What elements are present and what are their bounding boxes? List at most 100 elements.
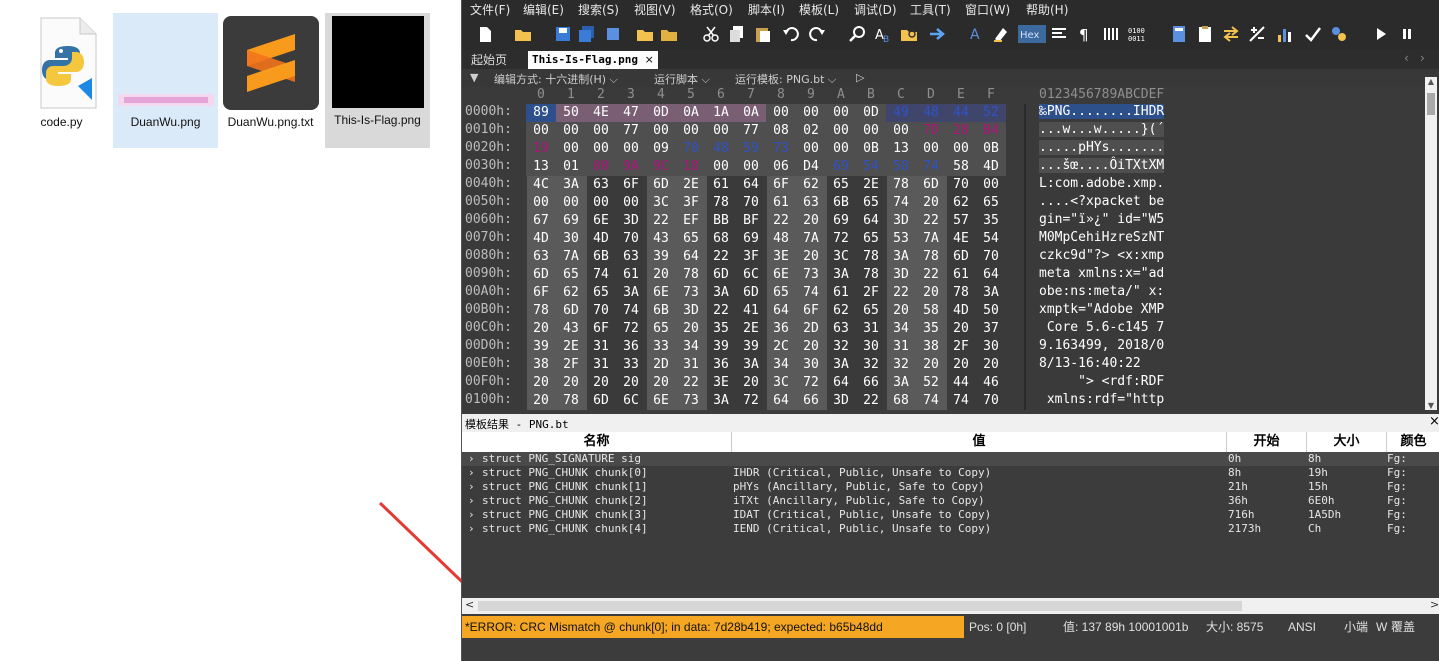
hex-byte[interactable]: 48 [916, 104, 946, 122]
hex-byte[interactable]: 28 [946, 122, 976, 140]
hex-byte[interactable]: 2F [946, 338, 976, 356]
clipboard-icon[interactable] [1196, 25, 1214, 43]
encoding-indicator[interactable]: ANSI [1288, 616, 1316, 638]
menu-item[interactable]: 模板(L) [799, 1, 839, 18]
hex-byte[interactable]: 3E [706, 374, 736, 392]
pilcrow-icon[interactable]: ¶ [1076, 25, 1094, 43]
hex-byte[interactable]: 22 [916, 266, 946, 284]
hex-byte[interactable]: 3C [766, 374, 796, 392]
save-icon[interactable] [554, 25, 572, 43]
hex-byte[interactable]: 00 [886, 122, 916, 140]
hex-byte[interactable]: 70 [676, 140, 706, 158]
hex-byte[interactable]: 31 [856, 320, 886, 338]
hex-byte[interactable]: 41 [736, 302, 766, 320]
hex-byte[interactable]: 00 [616, 194, 646, 212]
hex-byte[interactable]: 00 [796, 104, 826, 122]
column-header-size[interactable]: 大小 [1307, 432, 1387, 452]
highlight-icon[interactable] [992, 25, 1010, 43]
hex-byte[interactable]: 00 [796, 140, 826, 158]
hex-byte[interactable]: 0D [856, 104, 886, 122]
hex-byte[interactable]: 20 [796, 212, 826, 230]
tab-this-is-flag[interactable]: This-Is-Flag.png × [528, 51, 658, 69]
run-template-dropdown[interactable]: 运行模板: PNG.bt ⌵ [735, 71, 836, 87]
hex-byte[interactable]: 63 [526, 248, 556, 266]
column-header-value[interactable]: 值 [732, 432, 1227, 452]
hex-byte[interactable]: 00 [556, 122, 586, 140]
hex-byte[interactable]: 74 [796, 284, 826, 302]
hex-byte[interactable]: 43 [646, 230, 676, 248]
hex-byte[interactable]: 6D [646, 176, 676, 194]
hex-byte[interactable]: 77 [616, 122, 646, 140]
hex-byte[interactable]: 22 [676, 374, 706, 392]
hex-byte[interactable]: 64 [766, 302, 796, 320]
hex-byte[interactable]: 06 [766, 158, 796, 176]
hex-byte[interactable]: 64 [976, 266, 1006, 284]
hex-byte[interactable]: 13 [886, 140, 916, 158]
scroll-up-icon[interactable]: ▲ [1425, 77, 1437, 86]
hex-byte[interactable]: 54 [976, 230, 1006, 248]
hex-byte[interactable]: 73 [796, 266, 826, 284]
run-template-icon[interactable]: ▷ [856, 71, 864, 84]
hex-byte[interactable]: 22 [766, 212, 796, 230]
undo-icon[interactable] [782, 25, 800, 43]
hex-byte[interactable]: 3D [886, 266, 916, 284]
hex-byte[interactable]: 00 [586, 122, 616, 140]
hex-view[interactable]: 0 1 2 3 4 5 6 7 8 9 A B C D E F 0123456789ABCDEF 0000h: 89… [462, 87, 1439, 410]
hex-byte[interactable]: 78 [556, 392, 586, 410]
hex-byte[interactable]: EF [676, 212, 706, 230]
hex-byte[interactable]: 6F [796, 302, 826, 320]
hex-byte[interactable]: 20 [586, 374, 616, 392]
ascii-row[interactable]: gin="ï»¿" id="W5 [1039, 212, 1164, 227]
hex-byte[interactable]: 0B [976, 140, 1006, 158]
hex-byte[interactable]: 74 [916, 158, 946, 176]
ascii-row[interactable]: 9.163499, 2018/0 [1039, 338, 1164, 353]
ascii-row[interactable]: ‰PNG........IHDR [1039, 104, 1165, 119]
hex-byte[interactable]: 22 [886, 284, 916, 302]
hex-byte[interactable]: 20 [796, 338, 826, 356]
hex-byte[interactable]: 61 [826, 284, 856, 302]
hex-byte[interactable]: 35 [976, 212, 1006, 230]
hex-byte[interactable]: 00 [826, 140, 856, 158]
hex-byte[interactable]: 2E [556, 338, 586, 356]
find-in-files-icon[interactable] [900, 25, 918, 43]
pause-icon[interactable] [1398, 25, 1416, 43]
hex-byte[interactable]: 68 [886, 392, 916, 410]
hex-byte[interactable]: 6D [916, 176, 946, 194]
hex-byte[interactable]: 9A [616, 158, 646, 176]
hex-byte[interactable]: 20 [736, 374, 766, 392]
hex-byte[interactable]: 2F [556, 356, 586, 374]
hex-byte[interactable]: 64 [676, 248, 706, 266]
hex-byte[interactable]: 47 [616, 104, 646, 122]
hex-byte[interactable]: 66 [796, 392, 826, 410]
hex-byte[interactable]: 2D [796, 320, 826, 338]
hex-byte[interactable]: 63 [616, 248, 646, 266]
scroll-right-icon[interactable]: > [1430, 598, 1439, 611]
template-row[interactable]: › struct PNG_SIGNATURE sig 0h 8h Fg: [462, 452, 1439, 466]
close-panel-icon[interactable]: × [1429, 414, 1439, 429]
ascii-row[interactable]: obe:ns:meta/" x: [1039, 284, 1164, 299]
hex-byte[interactable]: 32 [886, 356, 916, 374]
hex-byte[interactable]: 00 [976, 176, 1006, 194]
hex-byte[interactable]: 65 [586, 284, 616, 302]
hex-byte[interactable]: 3C [646, 194, 676, 212]
columns-icon[interactable] [1102, 25, 1120, 43]
hex-byte[interactable]: 6D [706, 266, 736, 284]
hex-byte[interactable]: 00 [826, 104, 856, 122]
hex-byte[interactable]: 08 [766, 122, 796, 140]
hex-byte[interactable]: 74 [586, 266, 616, 284]
hex-byte[interactable]: 62 [826, 302, 856, 320]
find-icon[interactable] [848, 25, 866, 43]
hex-byte[interactable]: 3F [676, 194, 706, 212]
template-row[interactable]: › struct PNG_CHUNK chunk[0] IHDR (Critical… [462, 466, 1439, 480]
hex-byte[interactable]: 3A [706, 392, 736, 410]
hex-byte[interactable]: 22 [706, 302, 736, 320]
expand-chevron-icon[interactable]: › [468, 522, 475, 536]
hex-byte[interactable]: 7A [916, 230, 946, 248]
hex-byte[interactable]: 78 [916, 248, 946, 266]
hex-byte[interactable]: 20 [676, 320, 706, 338]
ascii-row[interactable]: xmlns:rdf="http [1039, 392, 1164, 407]
hex-byte[interactable]: 30 [976, 338, 1006, 356]
hex-byte[interactable]: 70 [976, 392, 1006, 410]
hex-byte[interactable]: 36 [706, 356, 736, 374]
hex-byte[interactable]: 61 [946, 266, 976, 284]
